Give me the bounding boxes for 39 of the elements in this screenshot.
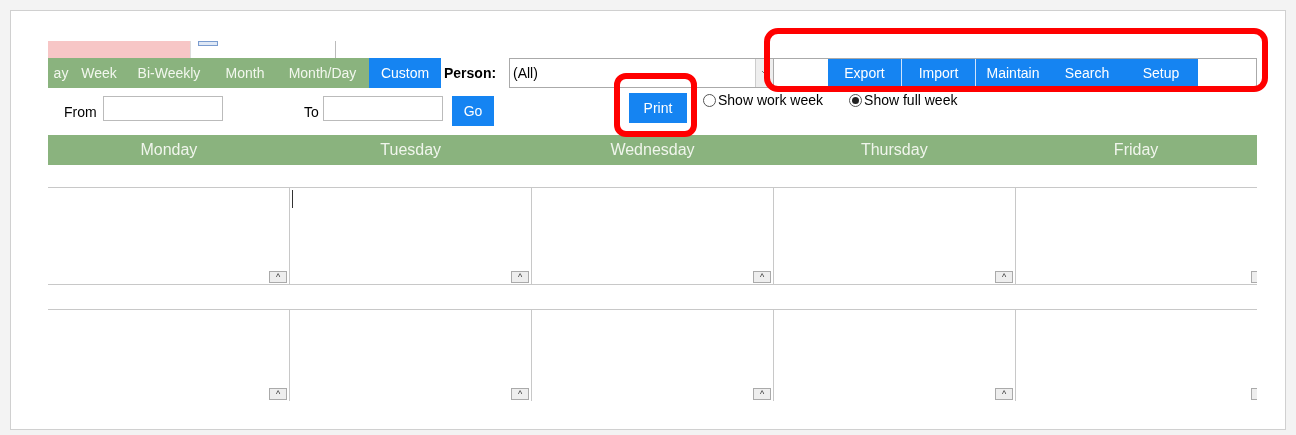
radio-button[interactable] — [703, 94, 716, 107]
from-label: From — [64, 103, 98, 122]
day-header: Thursday — [859, 140, 929, 160]
week-option[interactable]: Show work week — [703, 90, 824, 111]
week-option[interactable]: Show full week — [849, 90, 958, 111]
day-header: Monday — [139, 140, 199, 160]
day-cell[interactable]: ^ — [774, 188, 1016, 284]
print-button[interactable]: Print — [629, 93, 687, 123]
calendar-icon[interactable] — [198, 41, 218, 46]
text-cursor — [292, 190, 293, 208]
expand-button[interactable]: ^ — [269, 388, 287, 400]
expand-button[interactable] — [1251, 388, 1257, 400]
day-cell[interactable]: ^ — [48, 310, 290, 401]
day-cell[interactable]: ^ — [532, 188, 774, 284]
day-cell[interactable]: ^ — [290, 310, 532, 401]
expand-button[interactable]: ^ — [995, 388, 1013, 400]
day-cell[interactable]: ^ — [48, 188, 290, 284]
expand-button[interactable]: ^ — [753, 271, 771, 283]
expand-button[interactable] — [1251, 271, 1257, 283]
from-field[interactable] — [103, 96, 223, 121]
person-select[interactable]: (All) — [509, 58, 774, 88]
date-field[interactable] — [48, 41, 191, 58]
expand-button[interactable]: ^ — [511, 271, 529, 283]
day-cell[interactable]: ^ — [532, 310, 774, 401]
day-cell[interactable]: ^ — [290, 188, 532, 284]
expand-button[interactable]: ^ — [269, 271, 287, 283]
to-field[interactable] — [323, 96, 443, 121]
day-header: Friday — [1112, 140, 1160, 160]
expand-button[interactable]: ^ — [511, 388, 529, 400]
day-header: Tuesday — [379, 140, 443, 160]
day-cell[interactable]: ^ — [774, 310, 1016, 401]
radio-button[interactable] — [849, 94, 863, 107]
expand-button[interactable]: ^ — [995, 271, 1013, 283]
expand-button[interactable]: ^ — [753, 388, 771, 400]
go-button[interactable]: Go — [452, 96, 494, 126]
to-label: To — [304, 103, 320, 122]
day-header: Wednesday — [609, 140, 696, 160]
view-tab[interactable]: Custom — [369, 58, 441, 88]
person-label: Person: — [443, 63, 498, 83]
